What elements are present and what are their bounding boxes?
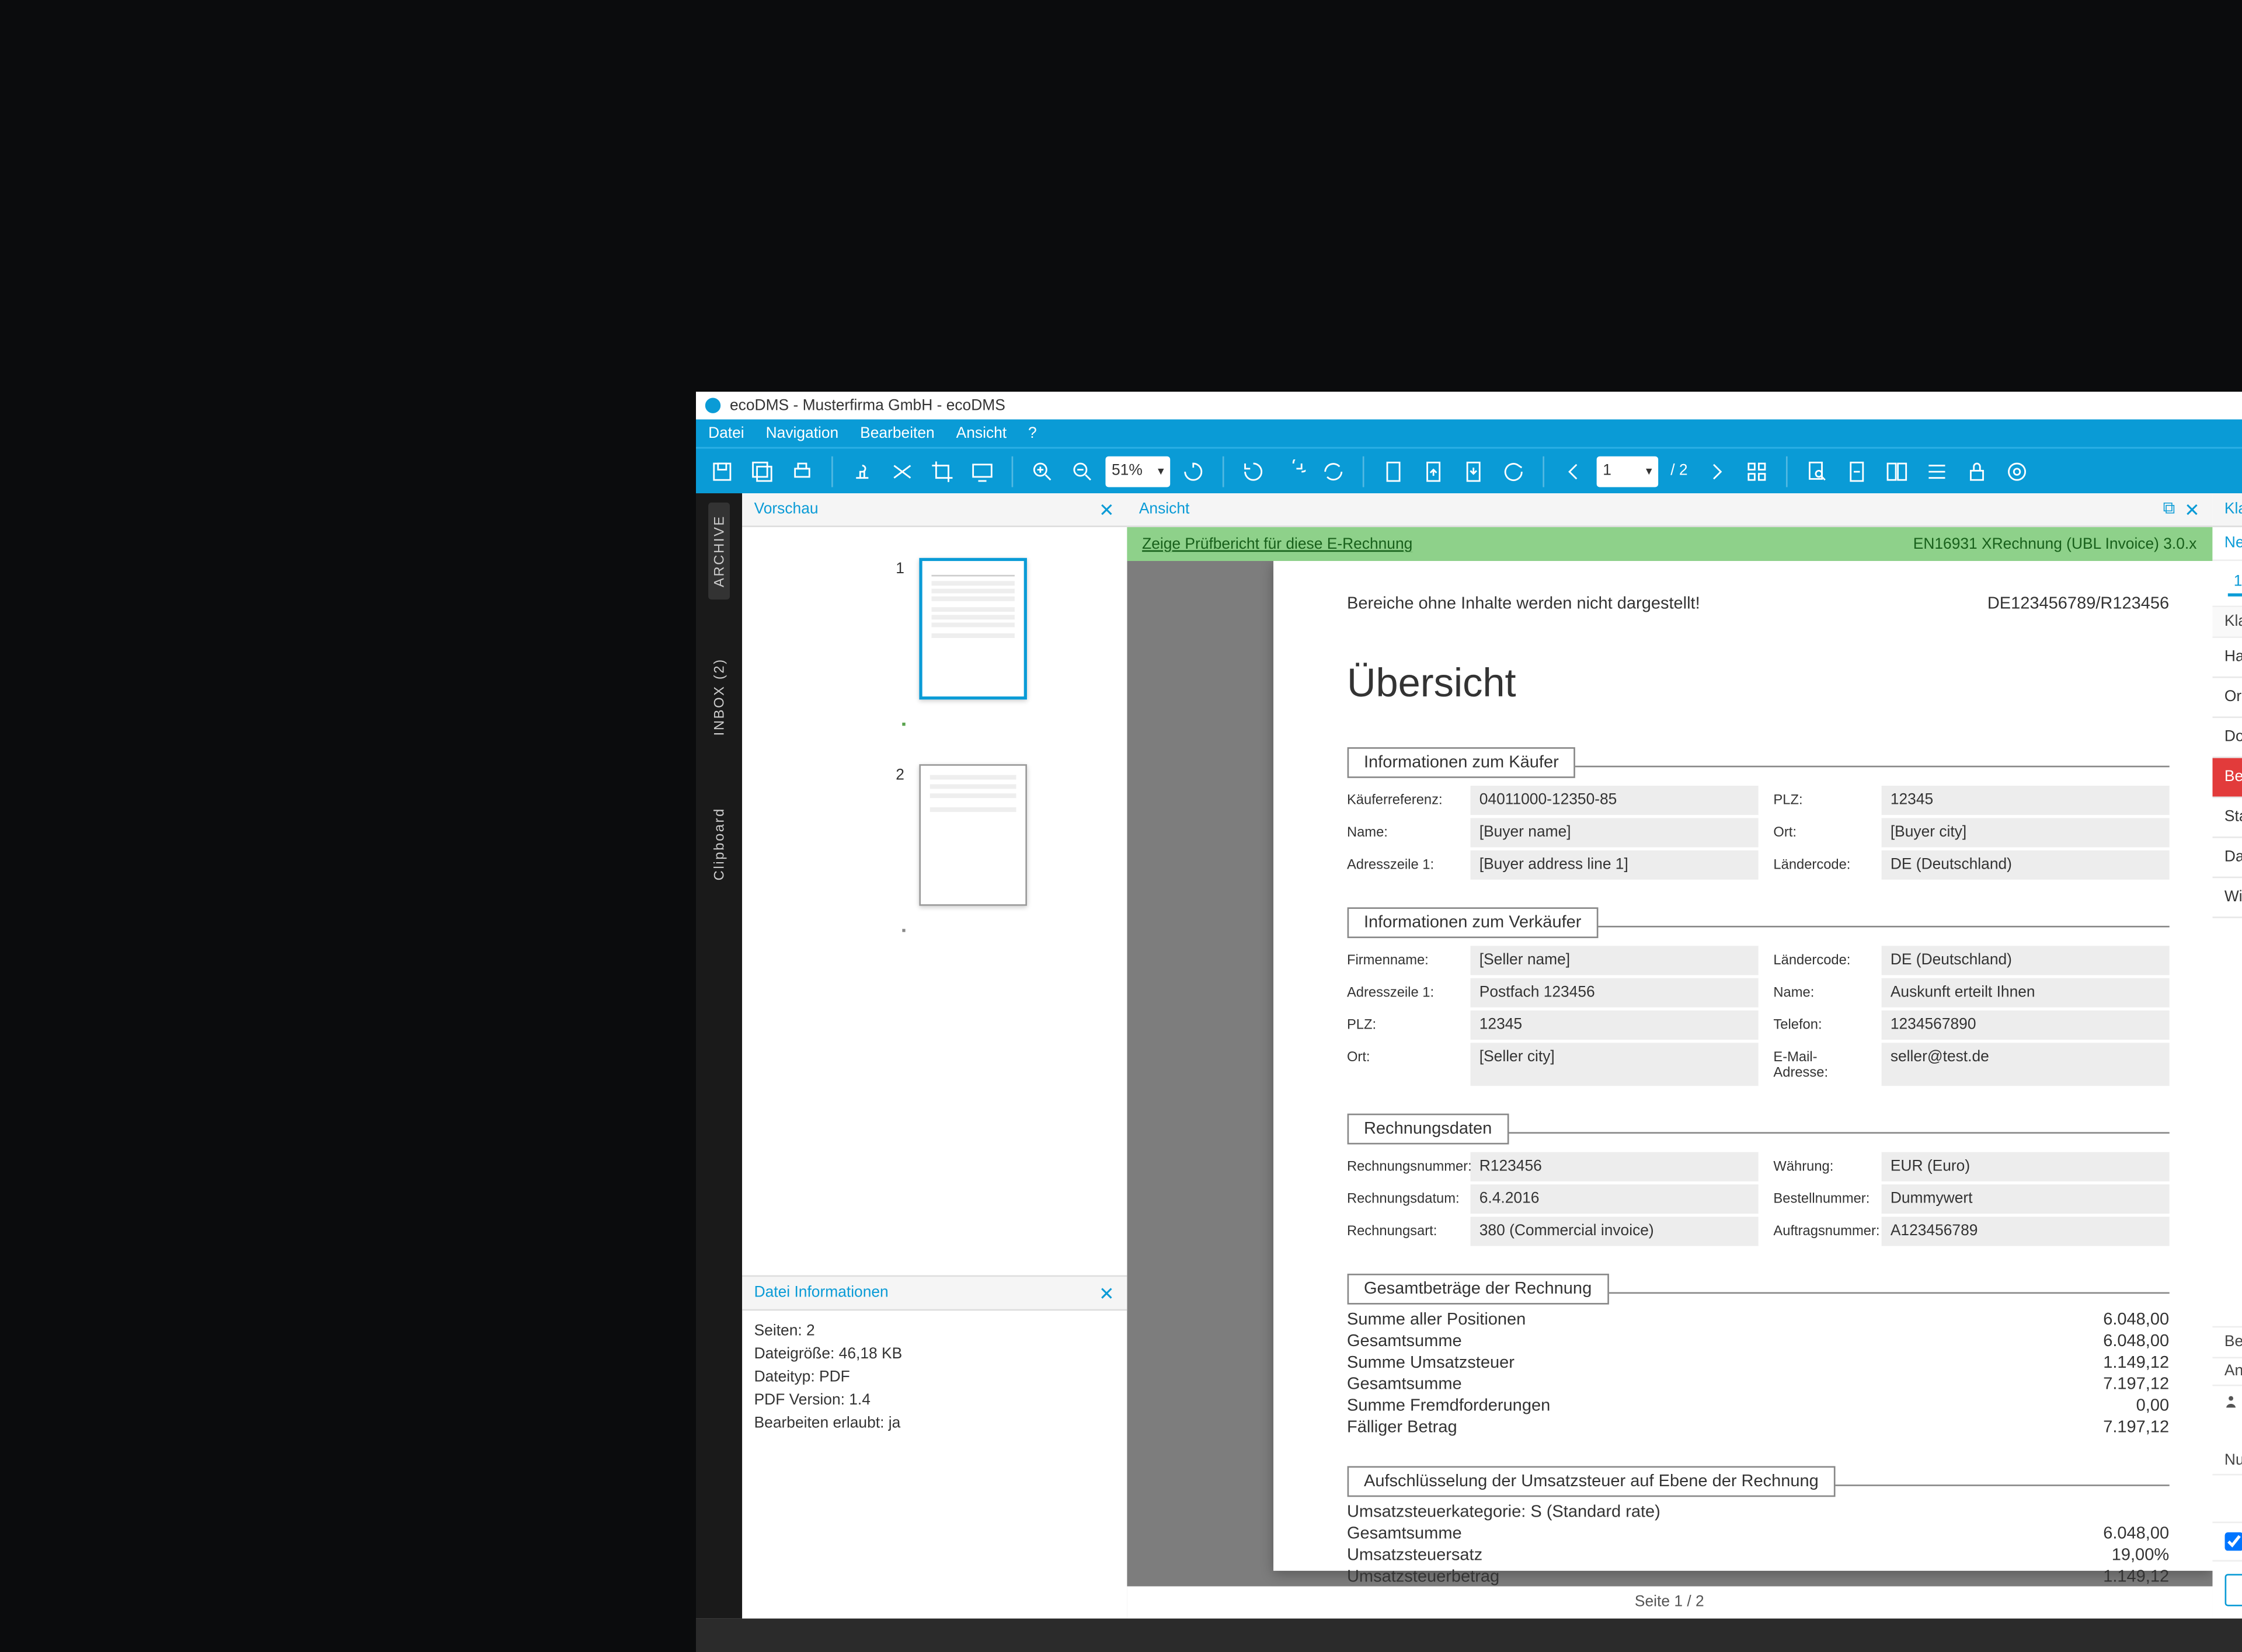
doc-note: Bereiche ohne Inhalte werden nicht darge… [1347,595,1700,614]
new-classification-link[interactable]: Neue Klassifizierung [2224,535,2242,552]
menu-navigation[interactable]: Navigation [766,424,839,441]
stamp-icon[interactable] [845,454,879,487]
classification-section-header: Klassifizierung [2212,607,2242,638]
classification-tab-1[interactable]: 1 (Xrechnung) [2227,570,2242,596]
list-icon[interactable] [1920,454,1954,487]
file-version: PDF Version: 1.4 [754,1389,1115,1412]
app-icon [705,398,720,413]
field-bemerkung[interactable]: Bemerkung #urn:xeinkauf.de:kosit:xrechnu… [2212,758,2242,798]
permissions-header: Berechtigungen [2212,1326,2242,1358]
menu-help[interactable]: ? [1028,424,1037,441]
viewer-title: Ansicht [1139,501,1189,518]
preview-title: Vorschau [754,501,819,518]
field-wiedervorlage[interactable]: Wiedervorlage ab [2212,878,2242,918]
field-status[interactable]: Status ⚑Erledigt [2212,798,2242,838]
clip-icon[interactable] [885,454,919,487]
field-hauptordner[interactable]: Hauptordner Kreditoren [2212,637,2242,678]
file-pages: Seiten: 2 [754,1320,1115,1343]
search-doc-icon[interactable] [1800,454,1834,487]
compare-icon[interactable] [1880,454,1914,487]
rotate-left-icon[interactable] [1237,454,1270,487]
toolbar: 51%▾ 1▾ / 2 [696,447,2242,493]
new-classification-row: Neue Klassifizierung Neu [2212,527,2242,561]
side-tabs: ARCHIVE INBOX (2) Clipboard [696,493,741,1619]
save-icon[interactable] [705,454,739,487]
einvoice-bar: Zeige Prüfbericht für diese E-Rechnung E… [1127,527,2212,561]
monitor-icon[interactable] [965,454,999,487]
zoom-out-icon[interactable] [1066,454,1099,487]
menu-datei[interactable]: Datei [708,424,744,441]
page-total: / 2 [1670,462,1687,479]
field-ordner[interactable]: Ordner Kreditoren [2212,678,2242,718]
page-viewport[interactable]: Bereiche ohne Inhalte werden nicht darge… [1127,561,2212,1586]
page-next-icon[interactable] [1700,454,1734,487]
file-info-title: Datei Informationen [754,1284,889,1301]
page-indicator: Seite 1 / 2 [1127,1586,2212,1618]
thumbnail-2[interactable]: 2 [896,764,1096,906]
title-bar: ecoDMS - Musterfirma GmbH - ecoDMS — ▢ ✕ [696,392,2242,419]
menu-ansicht[interactable]: Ansicht [956,424,1007,441]
remove-doc-icon[interactable] [1840,454,1874,487]
classification-tabs: 1 (Xrechnung) Klassifizierung durch Vorl… [2212,561,2242,607]
zoom-field[interactable]: 51%▾ [1105,455,1170,486]
invoice-section-header: Rechnungsdaten [1347,1113,1509,1144]
menu-bearbeiten[interactable]: Bearbeiten [860,424,935,441]
thumbnail-area: 1 ✕ 2 [741,527,1126,1275]
rotate-right-icon[interactable] [1276,454,1310,487]
perm-nur-header: Nur ansehen [2212,1447,2242,1475]
permissions-panel: Berechtigungen Ansehen und klassifiziere… [2212,1326,2242,1618]
file-size: Dateigröße: 46,18 KB [754,1343,1115,1366]
grid-icon[interactable] [1740,454,1774,487]
new-doc-icon[interactable] [1377,454,1411,487]
file-type: Dateityp: PDF [754,1366,1115,1389]
status-bar [696,1618,2242,1652]
reload-icon[interactable] [1496,454,1530,487]
target-icon[interactable] [2000,454,2034,487]
crop-icon[interactable] [925,454,959,487]
viewer-close-icon[interactable]: ✕ [2184,499,2200,520]
tab-inbox[interactable]: INBOX (2) [708,646,730,748]
file-editable: Bearbeiten erlaubt: ja [754,1412,1115,1435]
page-prev-icon[interactable] [1557,454,1590,487]
classifiable-all-checkbox[interactable] [2224,1532,2242,1551]
viewer-header: Ansicht ⧉ ✕ [1127,493,2212,527]
file-info-panel: Datei Informationen ✕ Seiten: 2 Dateigrö… [741,1275,1126,1618]
tab-clipboard[interactable]: Clipboard [708,794,730,892]
vat-section-header: Aufschlüsselung der Umsatzsteuer auf Ebe… [1347,1466,1836,1497]
save-as-icon[interactable] [745,454,779,487]
seller-section-header: Informationen zum Verkäufer [1347,907,1598,938]
buyer-section-header: Informationen zum Käufer [1347,747,1576,778]
print-icon[interactable] [785,454,819,487]
popout-icon[interactable]: ⧉ [2163,499,2175,519]
window-title: ecoDMS - Musterfirma GmbH - ecoDMS [730,397,1005,414]
preview-close-icon[interactable]: ✕ [1099,499,1115,520]
doc-up-icon[interactable] [1416,454,1450,487]
field-dokumentenart[interactable]: Dokumentenart €Rechnungseingang [2212,718,2242,758]
doc-down-icon[interactable] [1457,454,1491,487]
zoom-in-icon[interactable] [1025,454,1059,487]
preview-header: Vorschau ✕ [741,493,1126,527]
sync-icon[interactable] [1317,454,1350,487]
einvoice-format: EN16931 XRechnung (UBL Invoice) 3.0.x [1913,535,2197,552]
perm-user-1[interactable]: ecoSIMSUSER [2212,1386,2242,1417]
field-datum[interactable]: Datum 2023-11-21 [2212,838,2242,878]
tab-archive[interactable]: ARCHIVE [708,502,730,599]
refresh-icon[interactable] [1176,454,1210,487]
lock-icon[interactable] [1960,454,1994,487]
doc-id: DE123456789/R123456 [1987,595,2169,614]
doc-heading: Übersicht [1347,659,2169,707]
classification-header: Klassifizierung ✕ [2212,493,2242,527]
page-field[interactable]: 1▾ [1597,455,1658,486]
thumbnail-1[interactable]: 1 [896,557,1096,699]
templates-button[interactable]: VORLAGEN [2224,1574,2242,1606]
totals-section-header: Gesamtbeträge der Rechnung [1347,1274,1609,1305]
perm-col1-header: Ansehen und klassifizieren [2212,1358,2242,1386]
file-info-close-icon[interactable]: ✕ [1099,1282,1115,1304]
menu-bar: Datei Navigation Bearbeiten Ansicht ? [696,419,2242,447]
einvoice-report-link[interactable]: Zeige Prüfbericht für diese E-Rechnung [1142,535,1412,552]
